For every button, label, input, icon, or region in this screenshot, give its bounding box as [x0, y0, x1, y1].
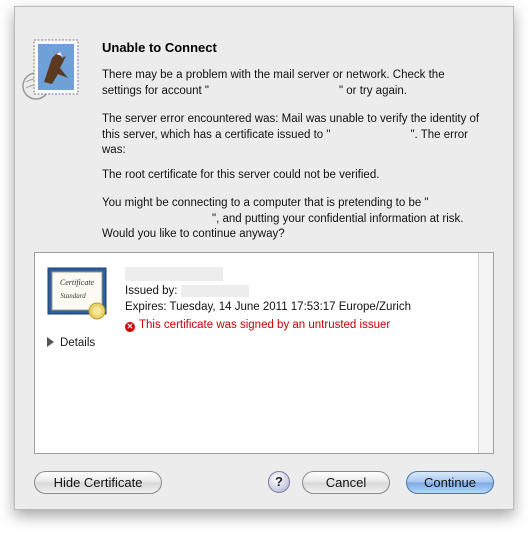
certificate-name [125, 267, 223, 281]
certificate-icon-subtitle: Standard [60, 292, 86, 300]
certificate-icon-title: Certificate [60, 278, 95, 287]
certificate-panel: Certificate Standard Issued by: Expires:… [34, 252, 494, 454]
account-problem-message: There may be a problem with the mail ser… [102, 69, 445, 97]
details-disclosure[interactable]: Details [47, 337, 95, 349]
certificate-expiration: Expires: Tuesday, 14 June 2011 17:53:17 … [125, 301, 411, 313]
certificate-error: ✕ This certificate was signed by an untru… [125, 319, 391, 332]
dialog-title: Unable to Connect [102, 40, 217, 55]
error-x-icon: ✕ [125, 322, 135, 332]
cancel-button[interactable]: Cancel [302, 471, 390, 494]
help-button[interactable]: ? [268, 471, 290, 493]
disclosure-triangle-icon[interactable] [47, 337, 54, 347]
certificate-icon: Certificate Standard [47, 267, 107, 320]
mail-stamp-icon [22, 39, 79, 100]
continue-button[interactable]: Continue [406, 471, 494, 494]
impersonation-warning-message: You might be connecting to a computer th… [102, 197, 464, 240]
server-error-message: The server error encountered was: Mail w… [102, 113, 480, 156]
certificate-scrollbar[interactable] [478, 253, 493, 453]
root-certificate-message: The root certificate for this server cou… [102, 169, 380, 181]
issued-by: Issued by: [125, 285, 250, 297]
hide-certificate-button[interactable]: Hide Certificate [34, 471, 162, 494]
